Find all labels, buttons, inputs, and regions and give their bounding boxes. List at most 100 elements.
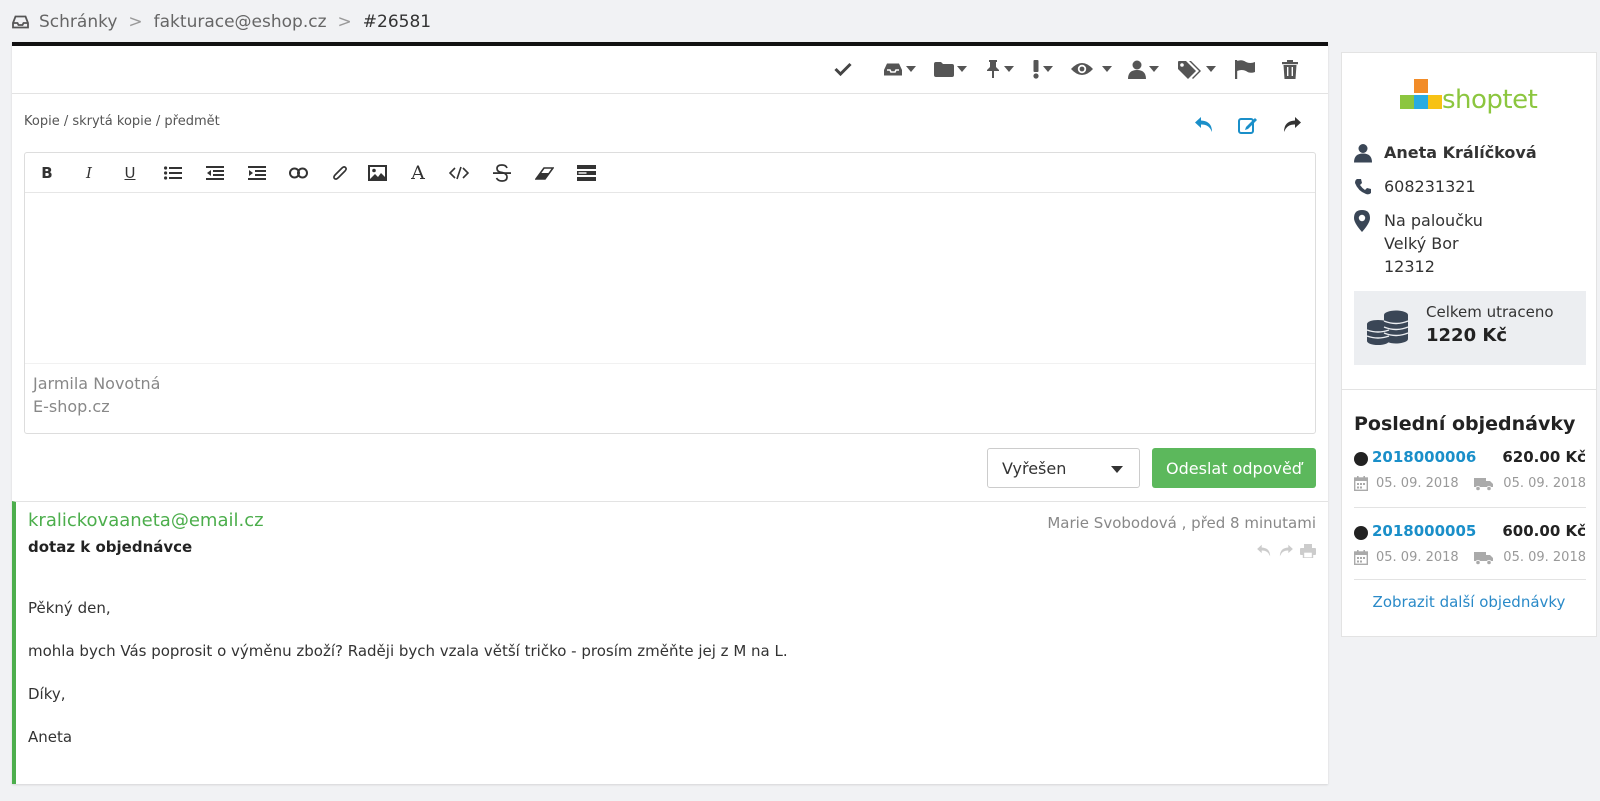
priority-button[interactable] <box>1032 55 1053 83</box>
resolve-button[interactable] <box>834 55 852 83</box>
message-line: Pěkný den, <box>28 599 111 617</box>
folder-icon <box>934 61 954 77</box>
total-spent-value: 1220 Kč <box>1426 325 1507 346</box>
user-icon <box>1128 60 1146 79</box>
assign-user-button[interactable] <box>1128 55 1159 83</box>
underline-button[interactable]: U <box>122 163 138 183</box>
breadcrumb-root[interactable]: Schránky <box>39 12 117 32</box>
cc-bcc-subject-link[interactable]: Kopie / skrytá kopie / předmět <box>24 114 220 129</box>
image-button[interactable] <box>366 163 388 183</box>
order-shipped-date: 05. 09. 2018 <box>1503 550 1586 565</box>
indent-icon <box>248 166 266 180</box>
flag-icon <box>1234 59 1256 79</box>
note-edit-icon[interactable] <box>1238 116 1258 134</box>
logo-text: shoptet <box>1442 85 1538 115</box>
bold-button[interactable]: B <box>39 163 55 183</box>
signature-company: E-shop.cz <box>33 397 110 416</box>
message-sender[interactable]: kralickovaaneta@email.cz <box>28 510 264 531</box>
show-more-orders-link[interactable]: Zobrazit další objednávky <box>1342 593 1596 611</box>
address-street: Na paloučku <box>1384 211 1483 230</box>
reply-icon[interactable] <box>1194 116 1214 133</box>
pin-button[interactable] <box>985 55 1014 83</box>
breadcrumb-mailbox[interactable]: fakturace@eshop.cz <box>154 12 327 32</box>
chevron-down-icon <box>957 66 967 72</box>
move-inbox-button[interactable] <box>883 55 916 83</box>
total-spent-box: Celkem utraceno 1220 Kč <box>1354 291 1586 365</box>
divider <box>1354 507 1586 508</box>
chevron-down-icon <box>1206 66 1216 72</box>
strikethrough-icon <box>493 164 511 182</box>
address-zip: 12312 <box>1384 257 1435 276</box>
ticket-toolbar <box>12 46 1328 94</box>
inbox-icon <box>12 15 29 29</box>
breadcrumb-separator: > <box>128 12 143 32</box>
phone-icon <box>1354 175 1384 198</box>
attachment-button[interactable] <box>330 163 350 183</box>
link-button[interactable] <box>288 163 308 183</box>
total-spent-label: Celkem utraceno <box>1426 303 1554 321</box>
outdent-icon <box>206 166 224 180</box>
order-number[interactable]: 2018000006 <box>1372 448 1476 466</box>
check-icon <box>834 62 852 76</box>
order-created-date: 05. 09. 2018 <box>1376 476 1459 491</box>
send-reply-button[interactable]: Odeslat odpověď <box>1152 448 1316 488</box>
customer-phone: 608231321 <box>1384 177 1476 196</box>
font-button[interactable]: A <box>407 162 429 184</box>
template-button[interactable] <box>575 163 597 183</box>
print-icon[interactable] <box>1300 544 1316 558</box>
forward-icon[interactable] <box>1282 116 1302 133</box>
breadcrumb-separator: > <box>337 12 352 32</box>
template-icon <box>576 165 596 181</box>
bullet-list-button[interactable] <box>163 163 183 183</box>
recent-orders-title: Poslední objednávky <box>1354 413 1576 435</box>
coins-icon <box>1366 309 1410 347</box>
image-icon <box>367 165 387 181</box>
order-price: 600.00 Kč <box>1502 522 1586 540</box>
order-status-dot <box>1354 452 1368 466</box>
status-select[interactable]: Vyřešen <box>987 448 1140 488</box>
signature-name: Jarmila Novotná <box>33 374 161 393</box>
editor-body[interactable] <box>25 193 1315 363</box>
flag-button[interactable] <box>1234 55 1256 83</box>
link-icon <box>288 167 308 179</box>
italic-button[interactable]: I <box>81 163 97 183</box>
order-status-dot <box>1354 526 1368 540</box>
order-item: 2018000005 600.00 Kč 05. 09. 2018 05. 09… <box>1354 520 1586 580</box>
delete-button[interactable] <box>1282 55 1298 83</box>
order-item: 2018000006 620.00 Kč 05. 09. 2018 05. 09… <box>1354 446 1586 506</box>
calendar-icon <box>1354 550 1368 565</box>
list-icon <box>164 166 182 180</box>
status-value: Vyřešen <box>1002 458 1067 478</box>
truck-icon <box>1474 478 1494 491</box>
message-body: Pěkný den, mohla bych Vás poprosit o vým… <box>28 599 788 771</box>
forward-icon[interactable] <box>1278 544 1294 558</box>
clear-format-button[interactable] <box>533 163 555 183</box>
chevron-down-icon <box>1102 66 1112 72</box>
outdent-button[interactable] <box>205 163 225 183</box>
reply-icon[interactable] <box>1256 544 1272 558</box>
exclamation-icon <box>1032 59 1040 79</box>
breadcrumb-ticket: #26581 <box>362 12 432 32</box>
divider <box>1354 579 1586 580</box>
editor-toolbar: B I U A <box>25 153 1315 193</box>
order-number[interactable]: 2018000005 <box>1372 522 1476 540</box>
ticket-panel: Kopie / skrytá kopie / předmět B I U A J… <box>12 42 1328 784</box>
indent-button[interactable] <box>247 163 267 183</box>
visibility-button[interactable] <box>1070 55 1112 83</box>
message-line: Aneta <box>28 728 73 746</box>
tags-button[interactable] <box>1177 55 1216 83</box>
strikethrough-button[interactable] <box>491 163 513 183</box>
map-marker-icon <box>1354 209 1384 278</box>
divider <box>1342 389 1596 390</box>
tags-icon <box>1177 60 1203 79</box>
source-code-button[interactable] <box>448 163 470 183</box>
customer-name-row: Aneta Králíčková <box>1354 141 1537 164</box>
message-actions <box>1256 544 1316 558</box>
order-shipped-date: 05. 09. 2018 <box>1503 476 1586 491</box>
chevron-down-icon <box>1111 466 1123 473</box>
calendar-icon <box>1354 476 1368 491</box>
signature: Jarmila Novotná E-shop.cz <box>25 363 1315 433</box>
user-icon <box>1354 141 1384 164</box>
folder-button[interactable] <box>934 55 967 83</box>
chevron-down-icon <box>906 66 916 72</box>
